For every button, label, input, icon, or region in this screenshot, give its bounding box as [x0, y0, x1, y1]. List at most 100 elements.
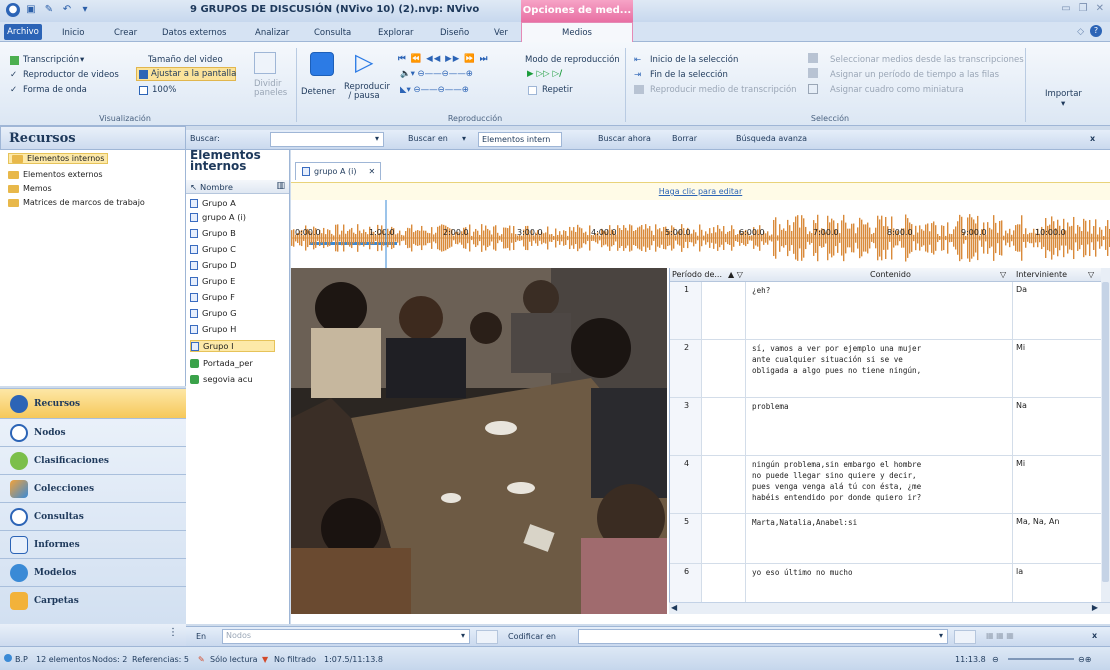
list-item[interactable]: segovia acu [190, 374, 253, 384]
buscar-en-dropdown-icon[interactable]: ▾ [462, 134, 466, 143]
fin-seleccion-button[interactable]: Fin de la selección [650, 70, 728, 80]
dropdown-arrow-icon[interactable]: ▾ [80, 55, 84, 65]
row-content[interactable]: yo eso último no mucho [752, 567, 853, 578]
undo-icon[interactable]: ↶ [60, 3, 74, 17]
table-row[interactable]: 4 ningún problema,sin embargo el hombre n… [670, 456, 1102, 514]
edit-icon[interactable]: ✎ [42, 3, 56, 17]
row-speaker[interactable]: Mi [1016, 343, 1025, 352]
transport-controls[interactable]: ⏮ ⏪ ◀◀ ▶▶ ⏩ ⏭ [398, 54, 488, 64]
browse-button[interactable] [476, 630, 498, 644]
row-content[interactable]: Marta,Natalia,Anabel:si [752, 517, 857, 528]
importar-dropdown-icon[interactable]: ▾ [1061, 99, 1065, 109]
volume-slider[interactable]: 🔈▾ ⊖——⊖——⊕ [400, 69, 473, 79]
list-item-selected[interactable]: Grupo I [190, 340, 275, 352]
tab-consulta[interactable]: Consulta [314, 25, 351, 41]
asignar-cuadro-button[interactable]: Asignar cuadro como miniatura [830, 85, 964, 95]
edit-hint-bar[interactable]: Haga clic para editar [291, 182, 1110, 200]
horizontal-scrollbar[interactable]: ◀ ▶ [669, 602, 1110, 614]
column-header-nombre[interactable]: ↖ Nombre ▥ [186, 180, 289, 194]
restore-icon[interactable]: ❐ [1079, 3, 1088, 14]
tab-analizar[interactable]: Analizar [255, 25, 289, 41]
importar-button[interactable]: Importar [1045, 89, 1082, 99]
row-speaker[interactable]: Mi [1016, 459, 1025, 468]
tab-ver[interactable]: Ver [494, 25, 508, 41]
tree-item-elementos-internos[interactable]: Elementos internos [8, 153, 109, 164]
list-item[interactable]: Grupo F [190, 292, 235, 302]
waveform[interactable]: 0:00.0 1:00.0 2:00.0 3:00.0 4:00.0 5:00.0 6:00… [291, 200, 1110, 268]
tree-item-elementos-externos[interactable]: Elementos externos [8, 170, 103, 179]
list-item[interactable]: grupo A (i) [190, 212, 246, 222]
sort-filter-icon[interactable]: ▲ ▽ [728, 270, 743, 279]
column-header-contenido[interactable]: Contenido [870, 270, 911, 279]
save-icon[interactable]: ▣ [24, 3, 38, 17]
inicio-seleccion-button[interactable]: Inicio de la selección [650, 55, 738, 65]
nav-clasificaciones[interactable]: Clasificaciones [0, 446, 186, 474]
nav-carpetas[interactable]: Carpetas [0, 586, 186, 614]
checkbox-reproductor[interactable]: ✓ [10, 70, 17, 80]
transcripcion-dropdown[interactable]: Transcripción [23, 55, 79, 65]
row-speaker[interactable]: Da [1016, 285, 1027, 294]
scroll-thumb[interactable] [1102, 282, 1109, 582]
table-row[interactable]: 2 sí, vamos a ver por ejemplo una mujer a… [670, 340, 1102, 398]
nav-modelos[interactable]: Modelos [0, 558, 186, 586]
dropdown-icon[interactable]: ▾ [78, 3, 92, 17]
buscar-ahora-button[interactable]: Buscar ahora [598, 134, 651, 143]
minimize-icon[interactable]: ▭ [1061, 3, 1070, 14]
nav-colecciones[interactable]: Colecciones [0, 474, 186, 502]
row-content[interactable]: ¿eh? [752, 285, 770, 296]
document-tab[interactable]: grupo A (i) ✕ [295, 162, 381, 180]
row-speaker[interactable]: Ma, Na, An [1016, 517, 1059, 526]
list-item[interactable]: Grupo G [190, 308, 237, 318]
dividir-paneles-button[interactable]: Dividir paneles [254, 80, 287, 98]
help-chevron-icon[interactable]: ◇ [1077, 27, 1084, 37]
checkbox-forma-onda[interactable]: ✓ [10, 85, 17, 95]
tab-datos-externos[interactable]: Datos externos [162, 25, 226, 41]
nav-nodos[interactable]: Nodos [0, 418, 186, 446]
column-header-interviniente[interactable]: Interviniente [1016, 270, 1067, 279]
filter-icon[interactable]: ▽ [1088, 270, 1094, 279]
tree-item-matrices[interactable]: Matrices de marcos de trabajo [8, 198, 145, 207]
row-speaker[interactable]: Na [1016, 401, 1027, 410]
tab-explorar[interactable]: Explorar [378, 25, 414, 41]
close-tab-icon[interactable]: ✕ [368, 167, 375, 176]
nvivo-logo-icon[interactable]: ● [6, 3, 20, 17]
tree-item-memos[interactable]: Memos [8, 184, 52, 193]
asignar-periodo-button[interactable]: Asignar un período de tiempo a las filas [830, 70, 999, 80]
search-input[interactable]: ▾ [270, 132, 384, 147]
borrar-button[interactable]: Borrar [672, 134, 697, 143]
list-item[interactable]: Portada_per [190, 358, 253, 368]
nav-recursos[interactable]: Recursos [0, 388, 186, 418]
seleccionar-medios-button[interactable]: Seleccionar medios desde las transcripci… [830, 55, 1024, 65]
column-chooser-icon[interactable]: ▥ [276, 181, 285, 191]
video-player[interactable] [291, 268, 667, 614]
busqueda-avanzada-button[interactable]: Búsqueda avanza [736, 134, 807, 143]
tab-medios[interactable]: Medios [521, 22, 633, 43]
help-icon[interactable]: ? [1090, 25, 1102, 37]
reproducir-medio-button[interactable]: Reproducir medio de transcripción [650, 85, 797, 95]
tab-inicio[interactable]: Inicio [62, 25, 85, 41]
list-item[interactable]: Grupo C [190, 244, 236, 254]
table-row[interactable]: 5 Marta,Natalia,Anabel:si Ma, Na, An [670, 514, 1102, 564]
tab-crear[interactable]: Crear [114, 25, 137, 41]
edit-hint-link[interactable]: Haga clic para editar [659, 187, 743, 196]
list-item[interactable]: Grupo H [190, 324, 236, 334]
vertical-scrollbar[interactable] [1101, 268, 1110, 602]
column-header-periodo[interactable]: Período de... [672, 270, 722, 279]
close-icon[interactable]: ✕ [1096, 3, 1104, 14]
detener-button[interactable]: Detener [301, 87, 335, 97]
nav-consultas[interactable]: Consultas [0, 502, 186, 530]
list-item[interactable]: Grupo D [190, 260, 236, 270]
zoom-out-icon[interactable]: ⊖ [992, 655, 999, 664]
zoom-in-icon[interactable]: ⊖⊕ [1078, 655, 1091, 664]
coding-action-icons[interactable]: ▦ ▦ ▦ [986, 631, 1014, 640]
splitter-handle-icon[interactable]: ⋮ [168, 627, 178, 638]
row-speaker[interactable]: la [1016, 567, 1023, 576]
zoom-slider[interactable] [1008, 658, 1074, 660]
nav-informes[interactable]: Informes [0, 530, 186, 558]
filter-icon[interactable]: ▽ [1000, 270, 1006, 279]
waveform-graph[interactable]: 0:00.0 1:00.0 2:00.0 3:00.0 4:00.0 5:00.0 6:00… [291, 200, 1110, 268]
scroll-right-icon[interactable]: ▶ [1092, 603, 1098, 612]
playback-mode-buttons[interactable]: ▶ ▷▷ ▷/ [527, 69, 562, 79]
zoom-100-button[interactable]: 100% [152, 85, 176, 95]
list-item[interactable]: Grupo E [190, 276, 235, 286]
